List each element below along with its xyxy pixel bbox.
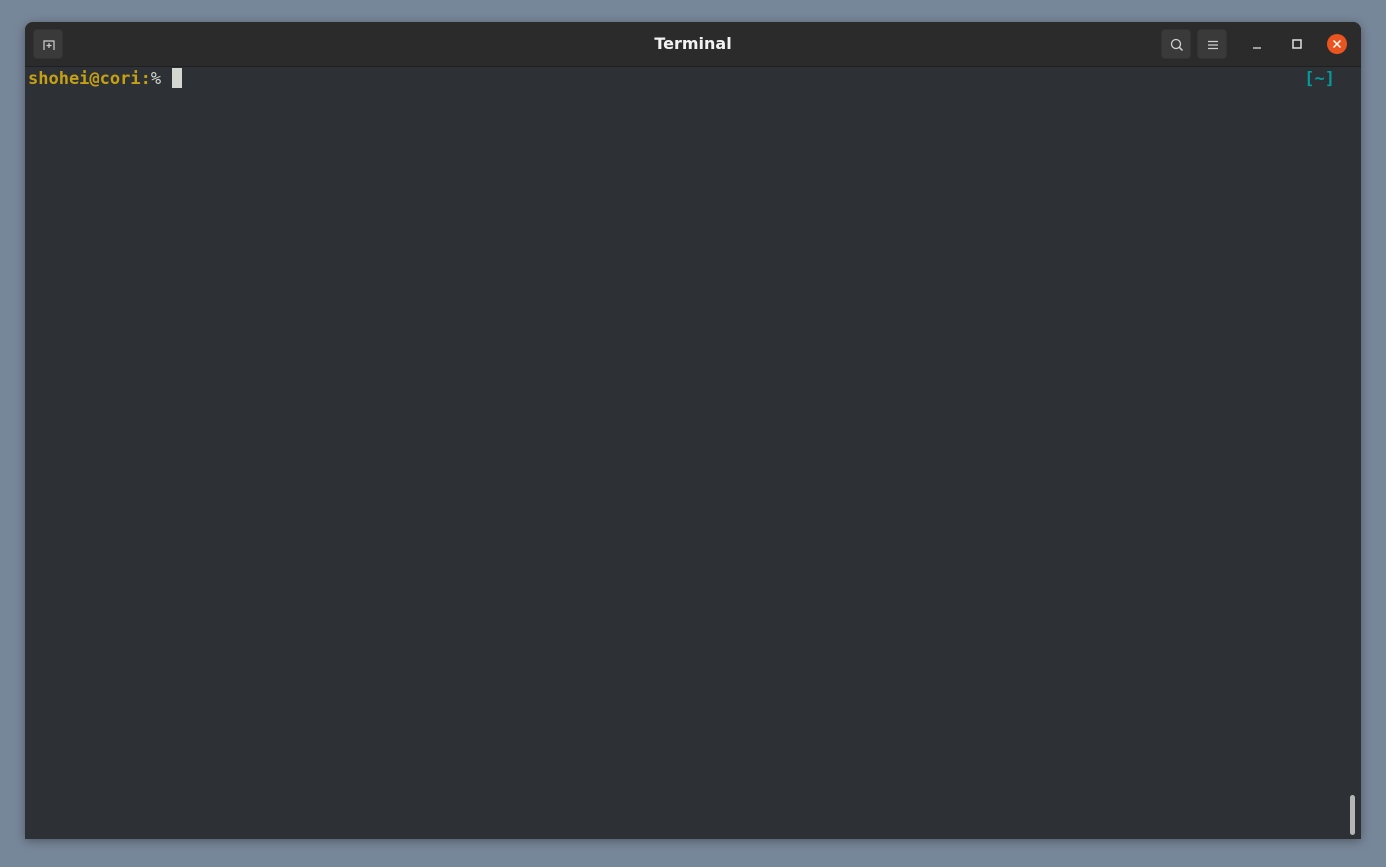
prompt-user-host: shohei@cori: <box>28 69 151 89</box>
scrollbar-thumb[interactable] <box>1350 795 1355 835</box>
hamburger-menu-icon <box>1208 40 1218 50</box>
terminal-area[interactable]: shohei@cori:% [~] <box>25 67 1361 839</box>
text-cursor <box>172 68 183 88</box>
close-icon <box>1332 39 1342 49</box>
maximize-icon <box>1292 39 1302 49</box>
header-bar: Terminal <box>25 22 1361 67</box>
prompt-symbol: % <box>150 69 162 89</box>
terminal-window: Terminal shohei@cori:% [~] <box>25 22 1361 839</box>
prompt-line: shohei@cori:% <box>28 67 183 91</box>
minimize-icon <box>1253 47 1261 49</box>
minimize-button[interactable] <box>1247 34 1267 54</box>
maximize-button[interactable] <box>1287 34 1307 54</box>
search-icon <box>1170 38 1184 52</box>
search-button[interactable] <box>1161 29 1191 59</box>
close-button[interactable] <box>1327 34 1347 54</box>
new-tab-button[interactable] <box>33 29 63 59</box>
right-prompt-directory: [~] <box>1304 69 1335 89</box>
new-tab-icon <box>43 40 55 50</box>
menu-button[interactable] <box>1197 29 1227 59</box>
